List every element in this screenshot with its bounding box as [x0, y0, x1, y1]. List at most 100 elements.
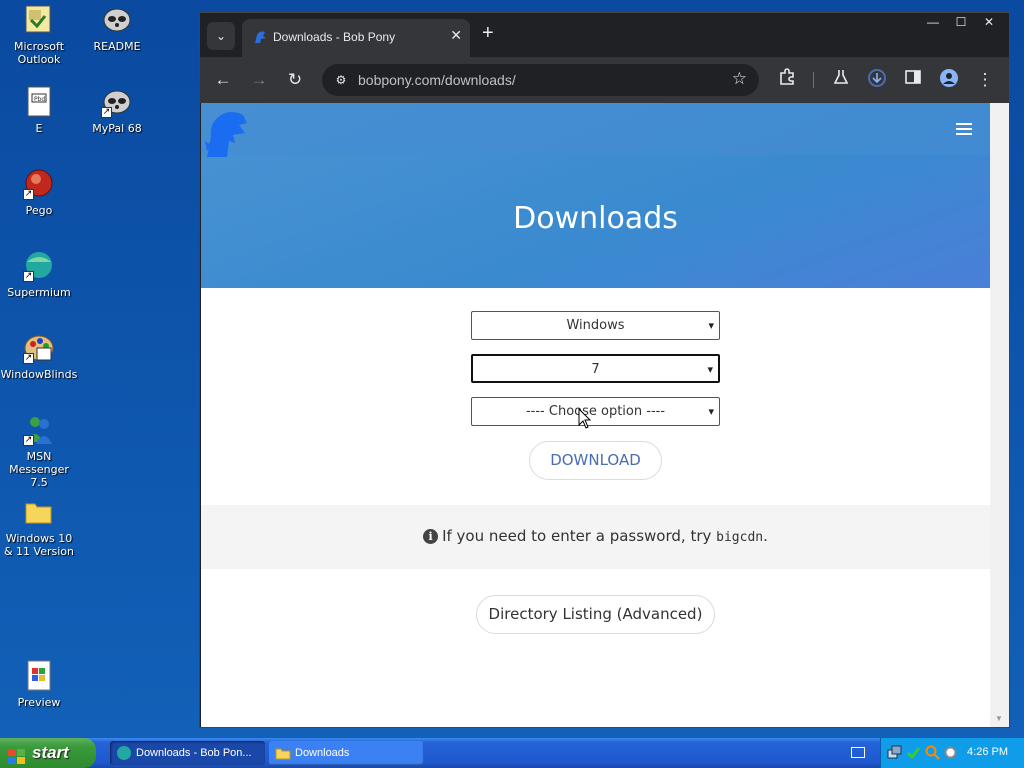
info-icon: i [423, 529, 439, 544]
window-controls: — ☐ ✕ [919, 13, 1003, 33]
browser-toolbar: ← → ↻ ⚙ bobpony.com/downloads/ ☆ ⋮ [200, 57, 1009, 103]
page-scrollbar[interactable]: ▼ [990, 103, 1009, 727]
minimize-button[interactable]: — [919, 13, 947, 31]
taskbar: start Downloads - Bob Pon... Downloads 4… [0, 738, 1024, 768]
close-button[interactable]: ✕ [975, 13, 1003, 31]
outlook-icon [23, 4, 55, 36]
pego-icon: ↗ [23, 168, 55, 200]
folder-icon [275, 745, 291, 761]
desktop-icon-e[interactable]: Pbd E [0, 86, 78, 135]
msn-icon: ↗ [23, 414, 55, 446]
os-select-value: Windows [566, 318, 625, 333]
site-navbar [201, 103, 990, 155]
taskbar-item-label: Downloads [295, 747, 350, 759]
site-info-icon[interactable]: ⚙ [332, 71, 350, 89]
desktop-icon-label: WindowBlinds [0, 368, 78, 381]
os-select[interactable]: Windows ▾ [471, 311, 720, 340]
desktop-icon-preview[interactable]: Preview [0, 660, 78, 709]
toolbar-separator [813, 72, 814, 88]
keyboard-icon[interactable] [851, 747, 865, 758]
system-tray: 4:26 PM [880, 738, 1024, 768]
hamburger-menu-icon[interactable] [956, 123, 972, 135]
chevron-down-icon: ▾ [707, 363, 713, 376]
reload-icon[interactable]: ↻ [283, 68, 307, 92]
url-text[interactable]: bobpony.com/downloads/ [358, 72, 516, 88]
option-select[interactable]: ---- Choose option ---- ▾ [471, 397, 720, 426]
tab-search-button[interactable]: ⌄ [207, 22, 235, 50]
windows-flag-icon [8, 745, 26, 764]
desktop-icon-label: README [93, 40, 141, 53]
desktop-icon-msn[interactable]: ↗ MSN Messenger 7.5 [0, 414, 78, 489]
option-select-value: ---- Choose option ---- [525, 404, 666, 419]
menu-kebab-icon[interactable]: ⋮ [973, 68, 997, 92]
version-select-value: 7 [591, 362, 600, 377]
desktop-icon-label: E [35, 122, 43, 135]
web-page: Downloads Windows ▾ 7 ▾ ---- Choose opti… [201, 103, 990, 727]
scroll-down-arrow-icon[interactable]: ▼ [995, 714, 1003, 723]
download-button[interactable]: DOWNLOAD [529, 441, 662, 480]
update-icon[interactable] [906, 745, 921, 760]
network-icon[interactable] [887, 745, 902, 760]
tab-strip: ⌄ Downloads - Bob Pony ✕ + — ☐ ✕ [200, 13, 1009, 57]
taskbar-item-downloads-folder[interactable]: Downloads [269, 741, 424, 765]
password-info-bar: i If you need to enter a password, try bi… [201, 505, 990, 569]
supermium-icon: ↗ [23, 250, 55, 282]
desktop-icon-label: Supermium [7, 286, 71, 299]
extensions-icon[interactable] [775, 68, 799, 92]
tab-title: Downloads - Bob Pony [273, 30, 396, 44]
chevron-down-icon: ▾ [708, 319, 714, 332]
new-tab-icon[interactable]: + [482, 23, 494, 43]
start-label: start [32, 743, 69, 762]
settings-icon[interactable] [943, 745, 958, 760]
profile-avatar-icon[interactable] [937, 68, 961, 92]
directory-listing-button[interactable]: Directory Listing (Advanced) [476, 595, 715, 634]
start-button[interactable]: start [0, 738, 96, 768]
desktop-icon-label: Windows 10 & 11 Version [3, 532, 75, 558]
desktop-icon-label: MyPal 68 [92, 122, 142, 135]
chevron-down-icon: ▾ [708, 405, 714, 418]
mouse-cursor-icon [578, 407, 592, 430]
search-icon[interactable] [925, 745, 940, 760]
bookmark-star-icon[interactable]: ☆ [732, 69, 747, 89]
download-progress-icon[interactable] [865, 68, 889, 92]
labs-flask-icon[interactable] [829, 68, 853, 92]
e-file-icon: Pbd [23, 86, 55, 118]
side-panel-icon[interactable] [901, 68, 925, 92]
desktop-icon-mypal[interactable]: ↗ MyPal 68 [78, 86, 156, 135]
desktop-icon-windows-10-11[interactable]: Windows 10 & 11 Version [0, 496, 78, 558]
address-bar[interactable]: ⚙ bobpony.com/downloads/ ☆ [322, 64, 759, 96]
hero-banner: Downloads [201, 103, 990, 288]
version-select[interactable]: 7 ▾ [471, 354, 720, 383]
forward-icon[interactable]: → [247, 68, 271, 92]
folder-icon [23, 496, 55, 528]
bobpony-logo-icon[interactable] [203, 107, 251, 157]
desktop-icon-pego[interactable]: ↗ Pego [0, 168, 78, 217]
info-prefix: If you need to enter a password, try [442, 527, 717, 545]
supermium-icon [116, 745, 132, 761]
maximize-button[interactable]: ☐ [947, 13, 975, 31]
browser-window: ⌄ Downloads - Bob Pony ✕ + — ☐ ✕ ← → ↻ ⚙… [199, 12, 1010, 728]
bobpony-favicon-icon [252, 29, 268, 45]
desktop-icon-label: Microsoft Outlook [13, 40, 65, 66]
clock: 4:26 PM [967, 746, 1008, 758]
info-suffix: . [763, 527, 768, 545]
readme-icon [101, 4, 133, 36]
chevron-down-icon: ⌄ [215, 29, 227, 43]
windowblinds-icon: ↗ [23, 332, 55, 364]
password-code: bigcdn [716, 530, 764, 545]
desktop-icon-supermium[interactable]: ↗ Supermium [0, 250, 78, 299]
desktop-icon-windowblinds[interactable]: ↗ WindowBlinds [0, 332, 78, 381]
back-icon[interactable]: ← [211, 68, 235, 92]
desktop-icon-label: Pego [25, 204, 53, 217]
password-info-text: i If you need to enter a password, try bi… [201, 527, 990, 545]
mypal-icon: ↗ [101, 86, 133, 118]
desktop-icon-label: Preview [17, 696, 61, 709]
taskbar-item-browser[interactable]: Downloads - Bob Pon... [110, 741, 265, 765]
desktop-icon-readme[interactable]: README [78, 4, 156, 53]
preview-icon [23, 660, 55, 692]
tab-downloads[interactable]: Downloads - Bob Pony ✕ [242, 19, 470, 57]
tab-close-icon[interactable]: ✕ [450, 27, 462, 44]
svg-text:Pbd: Pbd [34, 96, 45, 103]
desktop-icon-outlook[interactable]: Microsoft Outlook [0, 4, 78, 66]
desktop-icon-label: MSN Messenger 7.5 [9, 450, 69, 489]
